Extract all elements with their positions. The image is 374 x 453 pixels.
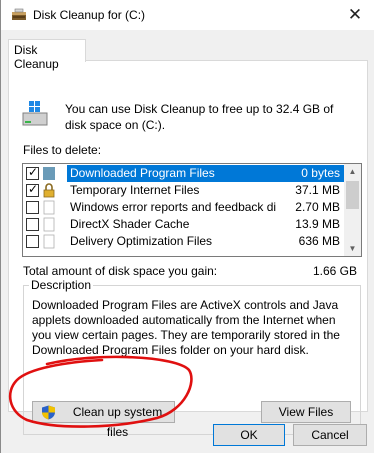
file-row[interactable]: ✓ Temporary Internet Files 37.1 MB bbox=[23, 182, 344, 199]
file-checkbox[interactable]: ✓ bbox=[26, 182, 39, 197]
clean-up-system-files-button[interactable]: Clean up system files bbox=[32, 401, 175, 439]
file-checkbox[interactable]: ✓ bbox=[26, 165, 39, 180]
description-text: Downloaded Program Files are ActiveX con… bbox=[32, 298, 340, 357]
file-name: Windows error reports and feedback di... bbox=[70, 200, 276, 214]
file-checkbox[interactable] bbox=[26, 201, 39, 214]
total-space-label: Total amount of disk space you gain: bbox=[23, 264, 218, 278]
tab-panel: You can use Disk Cleanup to free up to 3… bbox=[8, 60, 368, 439]
intro-text: You can use Disk Cleanup to free up to 3… bbox=[65, 102, 334, 132]
file-size: 37.1 MB bbox=[295, 183, 340, 197]
cancel-button[interactable]: Cancel bbox=[293, 424, 367, 446]
tab-label: Disk Cleanup bbox=[14, 43, 59, 71]
file-row[interactable]: Windows error reports and feedback di...… bbox=[23, 199, 344, 216]
file-size: 13.9 MB bbox=[295, 217, 340, 231]
file-row[interactable]: Delivery Optimization Files 636 MB bbox=[23, 233, 344, 250]
file-checkbox[interactable] bbox=[26, 218, 39, 231]
file-size: 2.70 MB bbox=[295, 200, 340, 214]
lock-icon bbox=[43, 183, 55, 198]
uac-shield-icon bbox=[42, 405, 55, 420]
description-legend: Description bbox=[29, 278, 94, 292]
file-size: 636 MB bbox=[298, 234, 340, 248]
scroll-down-arrow-icon[interactable]: ▼ bbox=[344, 241, 361, 256]
drive-icon bbox=[22, 101, 48, 126]
disk-cleanup-app-icon bbox=[12, 8, 26, 20]
window-title: Disk Cleanup for (C:) bbox=[33, 8, 146, 22]
file-name: Delivery Optimization Files bbox=[70, 234, 213, 248]
file-name: DirectX Shader Cache bbox=[70, 217, 190, 231]
ok-button[interactable]: OK bbox=[213, 424, 285, 446]
clean-up-system-files-label: Clean up system files bbox=[72, 405, 163, 439]
file-size: 0 bytes bbox=[273, 165, 344, 182]
disk-cleanup-window: Disk Cleanup for (C:) ✕ Disk Cleanup You… bbox=[0, 0, 374, 453]
file-checkbox[interactable] bbox=[26, 235, 39, 248]
blank-file-icon bbox=[43, 200, 55, 215]
folder-icon bbox=[43, 167, 55, 180]
dialog-client-area: Disk Cleanup You can use Disk Cleanup to… bbox=[1, 30, 374, 453]
check-mark-icon: ✓ bbox=[28, 182, 39, 196]
file-name: Downloaded Program Files bbox=[67, 165, 276, 182]
view-files-button[interactable]: View Files bbox=[261, 401, 351, 423]
total-space-value: 1.66 GB bbox=[312, 264, 357, 278]
title-bar: Disk Cleanup for (C:) ✕ bbox=[1, 0, 374, 30]
file-row[interactable]: ✓ Downloaded Program Files 0 bytes bbox=[23, 165, 344, 182]
tab-disk-cleanup[interactable]: Disk Cleanup bbox=[8, 39, 86, 71]
file-name: Temporary Internet Files bbox=[70, 183, 200, 197]
scroll-up-arrow-icon[interactable]: ▲ bbox=[344, 164, 361, 179]
list-scrollbar[interactable]: ▲ ▼ bbox=[344, 164, 361, 256]
scrollbar-thumb[interactable] bbox=[346, 181, 359, 209]
files-to-delete-list[interactable]: ✓ Downloaded Program Files 0 bytes ✓ Tem… bbox=[22, 163, 362, 257]
file-row[interactable]: DirectX Shader Cache 13.9 MB bbox=[23, 216, 344, 233]
blank-file-icon bbox=[43, 217, 55, 232]
files-to-delete-label: Files to delete: bbox=[23, 143, 102, 157]
check-mark-icon: ✓ bbox=[28, 165, 39, 179]
close-window-button[interactable]: ✕ bbox=[346, 6, 364, 24]
blank-file-icon bbox=[43, 234, 55, 249]
